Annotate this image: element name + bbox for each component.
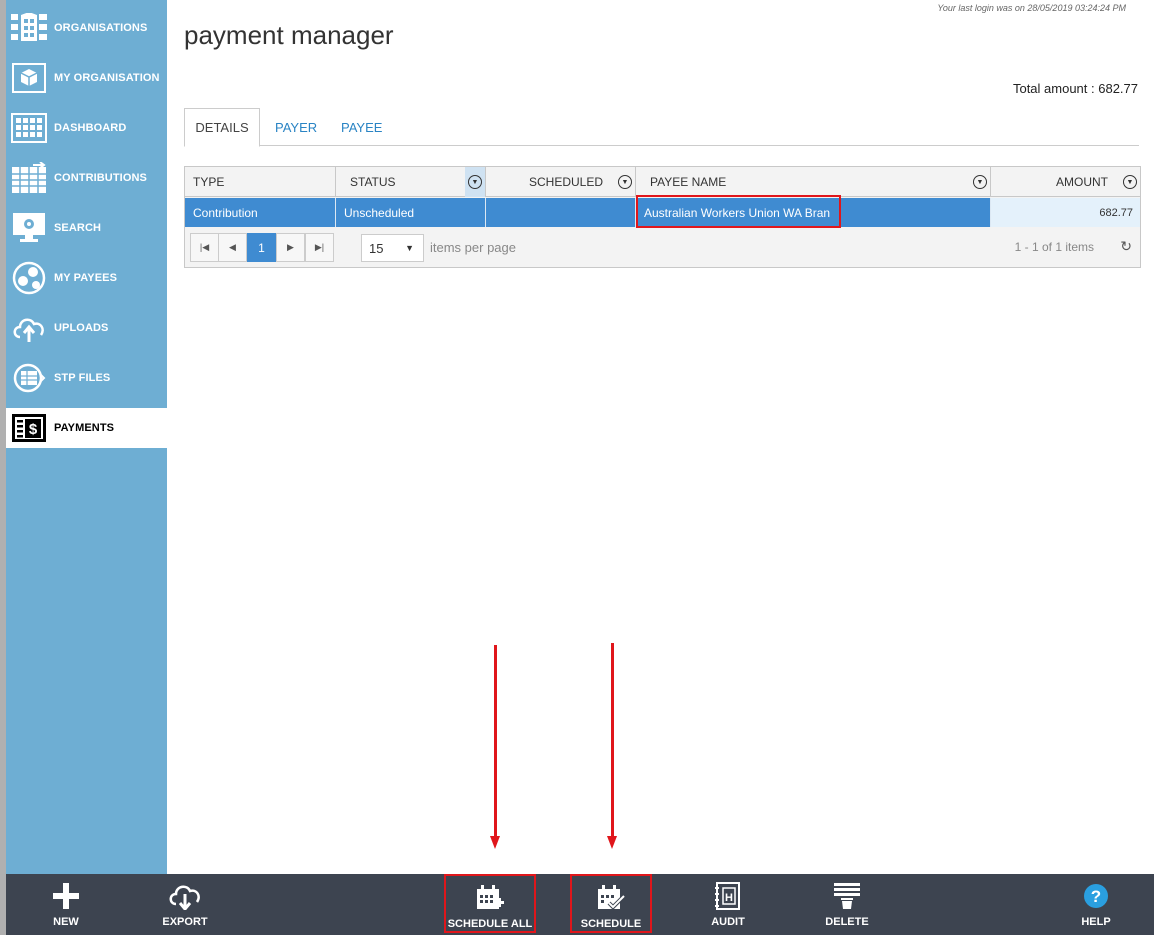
payee-name-highlight-box: [636, 195, 841, 228]
payments-icon: $: [11, 411, 47, 445]
sidebar-item-my-payees[interactable]: MY PAYEES: [6, 258, 167, 298]
sidebar-item-label: PAYMENTS: [54, 422, 115, 434]
delete-button[interactable]: DELETE: [821, 874, 873, 935]
annotation-arrow-line: [611, 643, 614, 838]
tab-details[interactable]: DETAILS: [184, 108, 260, 147]
sidebar-item-my-organisation[interactable]: MY ORGANISATION: [6, 58, 167, 98]
refresh-icon[interactable]: ↻: [1120, 238, 1132, 255]
audit-book-icon: H: [715, 882, 741, 910]
column-header-label: AMOUNT: [1056, 175, 1108, 189]
cloud-download-icon: [168, 882, 202, 910]
sidebar-item-label: ORGANISATIONS: [54, 22, 148, 34]
search-monitor-icon: [11, 211, 47, 245]
sidebar-item-stp-files[interactable]: STP FILES: [6, 358, 167, 398]
button-label: NEW: [53, 916, 79, 928]
column-header-label: PAYEE NAME: [650, 175, 727, 189]
sidebar-item-uploads[interactable]: UPLOADS: [6, 308, 167, 348]
payees-icon: [11, 261, 47, 295]
last-page-button[interactable]: ▶|: [305, 233, 334, 262]
pager-info: 1 - 1 of 1 items: [1014, 240, 1094, 254]
cloud-upload-icon: [11, 311, 47, 345]
calendar-add-icon: [476, 884, 504, 912]
total-amount: Total amount : 682.77: [1012, 81, 1138, 96]
calendar-check-icon: [597, 884, 625, 912]
items-per-page-label: items per page: [430, 240, 516, 255]
annotation-arrow-head: [607, 836, 617, 849]
help-icon: ?: [1084, 882, 1108, 910]
first-page-button[interactable]: |◀: [190, 233, 219, 262]
page-title: payment manager: [184, 20, 394, 50]
audit-button[interactable]: H AUDIT: [706, 874, 750, 935]
sidebar-item-label: CONTRIBUTIONS: [54, 172, 147, 184]
dashboard-icon: [11, 111, 47, 145]
column-header-payee-name[interactable]: PAYEE NAME ▼: [636, 167, 991, 197]
column-header-label: SCHEDULED: [528, 175, 603, 189]
export-button[interactable]: EXPORT: [156, 874, 214, 935]
next-page-button[interactable]: ▶: [276, 233, 305, 262]
page-size-value: 15: [369, 240, 384, 256]
sidebar-item-label: STP FILES: [54, 372, 111, 384]
button-label: SCHEDULE: [580, 918, 642, 930]
contributions-icon: [11, 161, 47, 195]
filter-icon[interactable]: ▼: [618, 175, 632, 189]
sidebar-item-payments[interactable]: $ PAYMENTS: [6, 408, 167, 448]
column-header-scheduled[interactable]: SCHEDULED ▼: [486, 167, 636, 197]
svg-text:H: H: [725, 892, 733, 904]
schedule-all-button[interactable]: SCHEDULE ALL: [444, 874, 536, 933]
sidebar-item-label: MY ORGANISATION: [54, 72, 160, 84]
help-button[interactable]: ? HELP: [1076, 874, 1116, 935]
column-header-label: TYPE: [193, 175, 225, 189]
annotation-arrow-head: [490, 836, 500, 849]
sidebar-item-search[interactable]: SEARCH: [6, 208, 167, 248]
cell-scheduled: [486, 198, 636, 227]
sidebar: ORGANISATIONS MY ORGANISATION DASHBOARD …: [6, 0, 167, 874]
bottom-toolbar: NEW EXPORT SCHEDULE ALL SCHEDULE H AUDIT…: [6, 874, 1154, 935]
annotation-arrow-line: [494, 645, 497, 838]
current-page-button[interactable]: 1: [247, 233, 276, 262]
schedule-button[interactable]: SCHEDULE: [570, 874, 652, 933]
sidebar-item-label: SEARCH: [54, 222, 102, 234]
filter-icon[interactable]: ▼: [1123, 175, 1137, 189]
tab-payer[interactable]: PAYER: [263, 108, 329, 146]
sidebar-item-dashboard[interactable]: DASHBOARD: [6, 108, 167, 148]
payments-grid: TYPE STATUS ▼ SCHEDULED ▼ PAYEE NAME ▼ A…: [184, 166, 1141, 268]
last-login-text: Your last login was on 28/05/2019 03:24:…: [937, 3, 1126, 13]
filter-icon[interactable]: ▼: [973, 175, 987, 189]
cell-type: Contribution: [185, 198, 336, 227]
column-header-type[interactable]: TYPE: [185, 167, 336, 197]
svg-text:$: $: [29, 421, 38, 438]
sidebar-item-label: DASHBOARD: [54, 122, 127, 134]
page-size-select[interactable]: 15 ▼: [361, 234, 424, 262]
plus-icon: [53, 882, 79, 910]
cell-status: Unscheduled: [336, 198, 486, 227]
new-button[interactable]: NEW: [46, 874, 86, 935]
cell-amount: 682.77: [991, 198, 1140, 227]
sidebar-item-label: UPLOADS: [54, 322, 109, 334]
column-header-amount[interactable]: AMOUNT ▼: [991, 167, 1140, 197]
column-header-label: STATUS: [350, 175, 396, 189]
grid-header: TYPE STATUS ▼ SCHEDULED ▼ PAYEE NAME ▼ A…: [185, 167, 1140, 197]
filter-icon[interactable]: ▼: [468, 175, 482, 189]
button-label: DELETE: [825, 916, 869, 928]
prev-page-button[interactable]: ◀: [218, 233, 247, 262]
button-label: EXPORT: [162, 916, 208, 928]
delete-bin-icon: [833, 882, 861, 910]
organisations-icon: [11, 11, 47, 45]
sidebar-item-contributions[interactable]: CONTRIBUTIONS: [6, 158, 167, 198]
button-label: HELP: [1081, 916, 1111, 928]
organisation-cube-icon: [11, 61, 47, 95]
sidebar-item-label: MY PAYEES: [54, 272, 118, 284]
sidebar-item-organisations[interactable]: ORGANISATIONS: [6, 8, 167, 48]
button-label: SCHEDULE ALL: [447, 918, 533, 930]
grid-pager: |◀ ◀ 1 ▶ ▶| 15 ▼ items per page 1 - 1 of…: [185, 228, 1140, 267]
button-label: AUDIT: [711, 916, 745, 928]
column-header-status[interactable]: STATUS ▼: [336, 167, 486, 197]
chevron-down-icon: ▼: [405, 243, 414, 253]
svg-text:?: ?: [1091, 887, 1101, 906]
stp-files-icon: [11, 361, 47, 395]
tab-bar: DETAILS PAYER PAYEE: [184, 108, 1139, 147]
tab-payee[interactable]: PAYEE: [329, 108, 394, 146]
